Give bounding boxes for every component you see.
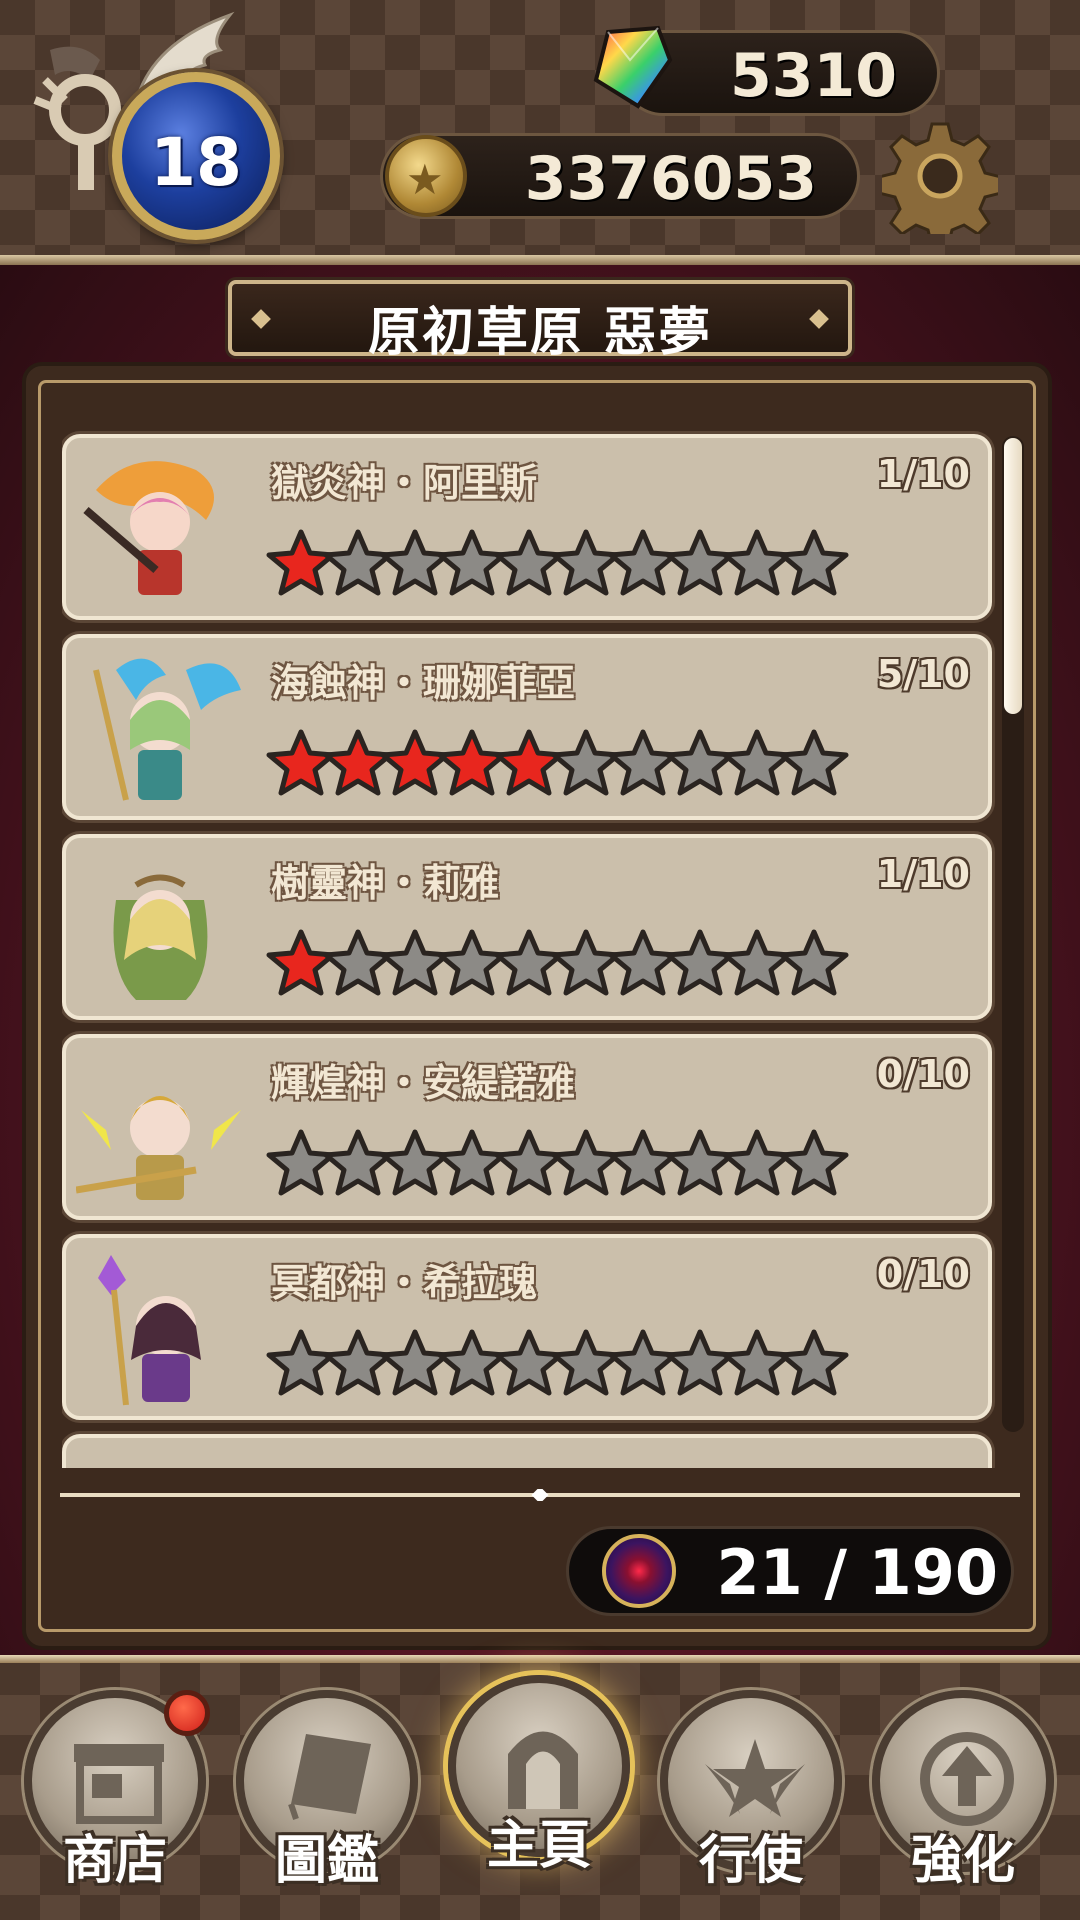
boss-name: 樹靈神・莉雅 xyxy=(271,861,500,905)
boss-portrait xyxy=(83,461,214,595)
stage-title: 原初草原 惡夢 xyxy=(367,303,713,363)
gem-amount: 5310 xyxy=(730,41,897,111)
star-empty-icon xyxy=(779,929,849,996)
boss-count: 1/10 xyxy=(876,852,970,896)
star-empty-icon xyxy=(779,729,849,796)
boss-entry-partial[interactable] xyxy=(62,1434,992,1468)
notification-badge xyxy=(164,1690,210,1736)
scrollbar-thumb[interactable] xyxy=(1004,438,1022,714)
boss-list[interactable]: 獄炎神・阿里斯 1/10 海蝕神・珊娜菲亞 5/10 樹靈神・莉雅 1/10 輝… xyxy=(62,428,996,1468)
star-empty-icon xyxy=(779,1329,849,1396)
dark-orb-icon xyxy=(602,1534,676,1608)
coin-amount: 3376053 xyxy=(524,144,817,214)
nav-home-button[interactable]: 主頁 xyxy=(448,1675,630,1876)
boss-name: 冥都神・希拉瑰 xyxy=(271,1261,538,1305)
player-level: 18 xyxy=(150,124,242,201)
gold-coin-icon: ★ xyxy=(385,135,467,217)
nav-execute-button[interactable]: 行使 xyxy=(660,1690,842,1891)
boss-entry[interactable]: 冥都神・希拉瑰 0/10 xyxy=(62,1234,992,1420)
boss-entry[interactable]: 樹靈神・莉雅 1/10 xyxy=(62,834,992,1020)
boss-count: 5/10 xyxy=(876,652,970,696)
star-empty-icon xyxy=(779,529,849,596)
stage-title-banner: 原初草原 惡夢 xyxy=(228,280,852,363)
nav-shop-label: 商店 xyxy=(62,1831,167,1891)
boss-count: 0/10 xyxy=(876,1052,970,1096)
boss-portrait xyxy=(98,1255,201,1406)
list-scrollbar[interactable] xyxy=(1002,436,1024,1432)
nav-codex-button[interactable]: 圖鑑 xyxy=(236,1690,418,1891)
boss-name: 獄炎神・阿里斯 xyxy=(271,461,538,505)
boss-name: 海蝕神・珊娜菲亞 xyxy=(271,661,576,705)
player-level-badge[interactable]: 18 xyxy=(112,72,280,240)
boss-portrait xyxy=(76,1096,241,1200)
boss-count: 1/10 xyxy=(876,452,970,496)
boss-portrait xyxy=(113,874,208,1000)
nav-execute-label: 行使 xyxy=(698,1831,803,1891)
star-empty-icon xyxy=(779,1129,849,1196)
nav-home-label: 主頁 xyxy=(486,1816,591,1876)
boss-name: 輝煌神・安緹諾雅 xyxy=(271,1061,576,1105)
rainbow-gem-icon xyxy=(593,25,673,109)
nav-codex-label: 圖鑑 xyxy=(274,1831,379,1891)
boss-entry[interactable]: 獄炎神・阿里斯 1/10 xyxy=(62,434,992,620)
nav-upgrade-button[interactable]: 強化 xyxy=(872,1690,1054,1891)
boss-entry[interactable]: 輝煌神・安緹諾雅 0/10 xyxy=(62,1034,992,1220)
panel-divider xyxy=(60,1489,1020,1501)
boss-portrait xyxy=(93,658,241,801)
settings-gear-icon[interactable] xyxy=(882,118,998,234)
boss-count: 0/10 xyxy=(876,1252,970,1296)
nav-upgrade-label: 強化 xyxy=(910,1831,1015,1891)
collection-progress-text: 21 / 190 xyxy=(716,1536,998,1609)
boss-entry[interactable]: 海蝕神・珊娜菲亞 5/10 xyxy=(62,634,992,820)
